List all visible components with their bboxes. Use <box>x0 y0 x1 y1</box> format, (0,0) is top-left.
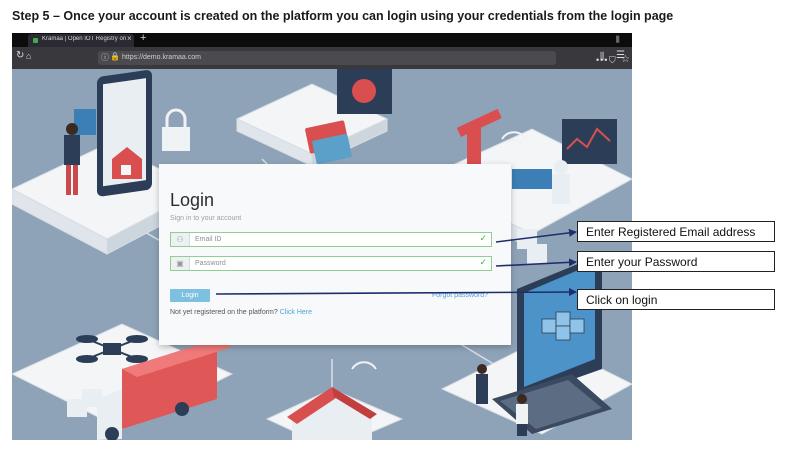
login-arrow <box>215 288 577 297</box>
callout-password: Enter your Password <box>577 251 775 272</box>
email-arrow <box>495 228 577 243</box>
callout-login: Click on login <box>577 289 775 310</box>
password-arrow <box>495 258 577 267</box>
callout-email: Enter Registered Email address <box>577 221 775 242</box>
